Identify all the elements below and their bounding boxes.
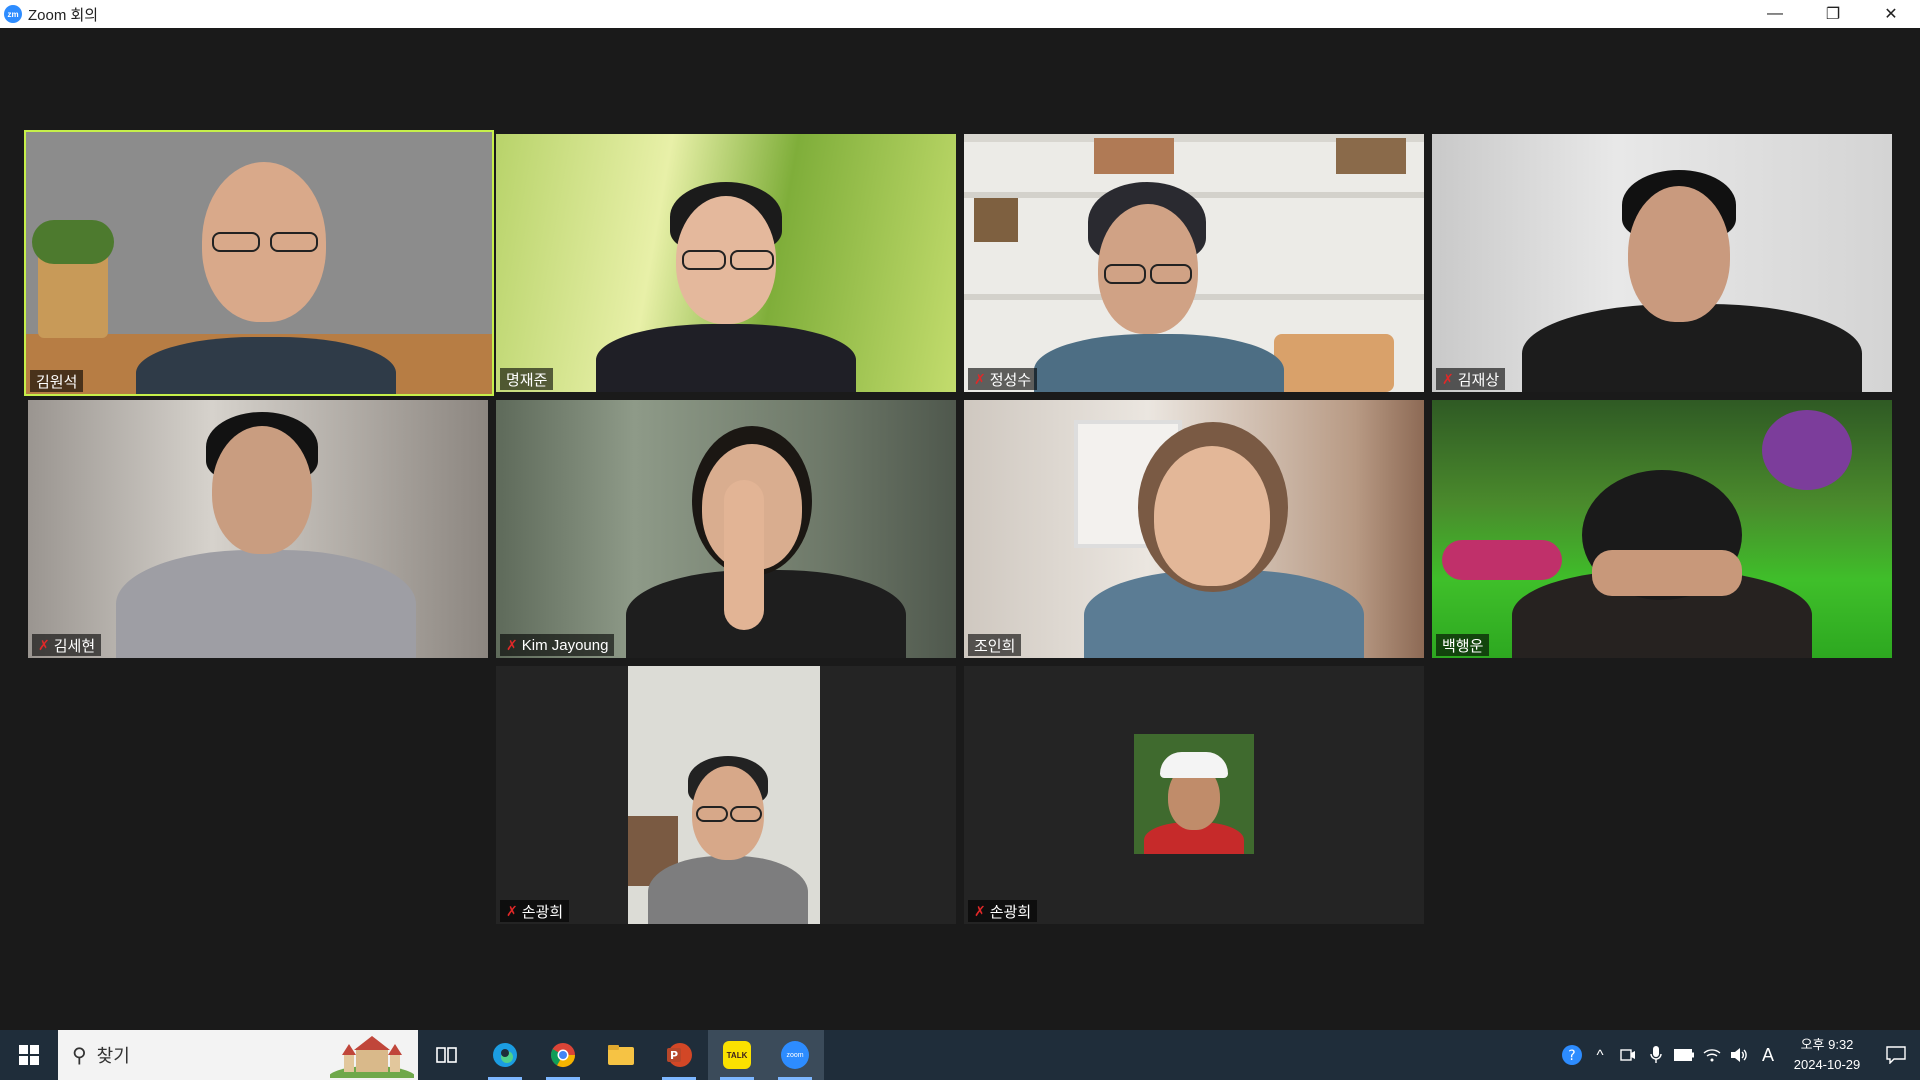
system-clock[interactable]: 오후 9:32 2024-10-29 [1782, 1035, 1872, 1075]
participant-name-tag: ✗ 손광희 [500, 900, 570, 922]
close-button[interactable]: ✕ [1862, 0, 1920, 28]
participant-name: 손광희 [521, 903, 564, 921]
mic-muted-icon: ✗ [1442, 370, 1454, 387]
taskbar-edge[interactable] [476, 1030, 534, 1080]
minimize-button[interactable]: — [1746, 0, 1804, 28]
taskbar-powerpoint[interactable]: P [650, 1030, 708, 1080]
participant-name-tag: ✗ 정성수 [968, 368, 1038, 390]
system-tray: ? ^ A 오후 9:32 2024-10-29 [1558, 1030, 1920, 1080]
video-tile[interactable]: 백행운 [1432, 400, 1892, 658]
search-icon: ⚲ [72, 1044, 87, 1067]
chevron-up-icon[interactable]: ^ [1586, 1047, 1614, 1064]
svg-text:P: P [670, 1049, 678, 1062]
mic-muted-icon: ✗ [506, 636, 518, 653]
video-tile[interactable]: 명재준 [496, 134, 956, 392]
video-tile[interactable]: ✗ 정성수 [964, 134, 1424, 392]
video-tile[interactable]: 조인희 [964, 400, 1424, 658]
window-controls: — ❐ ✕ [1746, 0, 1920, 28]
start-button[interactable] [0, 1030, 58, 1080]
window-title-bar: zm Zoom 회의 — ❐ ✕ [0, 0, 1920, 28]
svg-text:?: ? [1568, 1048, 1575, 1064]
participant-name: 명재준 [506, 371, 548, 389]
chrome-icon [550, 1043, 575, 1068]
task-view-icon [436, 1047, 457, 1063]
participant-name: 백행운 [1442, 637, 1484, 655]
video-tile[interactable]: ✗ 손광희 [496, 666, 956, 924]
taskbar-chrome[interactable] [534, 1030, 592, 1080]
participant-name: 정성수 [989, 371, 1032, 389]
search-placeholder: 찾기 [96, 1046, 130, 1066]
gallery-view: 김원석 명재준 ✗ 정성수 ✗ 김재상 ✗ 김세현 ✗ Kim Jayoung … [0, 28, 1920, 1030]
taskbar-zoom[interactable]: zoom [766, 1030, 824, 1080]
kakaotalk-icon: TALK [723, 1041, 751, 1069]
help-icon[interactable]: ? [1558, 1044, 1586, 1066]
video-tile[interactable]: ✗ 김세현 [28, 400, 488, 658]
mic-muted-icon: ✗ [974, 370, 986, 387]
microphone-icon[interactable] [1642, 1046, 1670, 1064]
taskbar-search[interactable]: ⚲ 찾기 [58, 1030, 418, 1080]
profile-picture [1134, 734, 1254, 854]
participant-name-tag: ✗ 김재상 [1436, 368, 1506, 390]
participant-name: Kim Jayoung [521, 636, 609, 654]
task-view-button[interactable] [418, 1030, 476, 1080]
participant-name: 김재상 [1457, 371, 1500, 389]
zoom-app-icon: zm [4, 5, 22, 23]
video-tile[interactable]: ✗ Kim Jayoung [496, 400, 956, 658]
participant-name-tag: 백행운 [1436, 634, 1490, 656]
windows-logo-icon [19, 1045, 39, 1065]
participant-name: 손광희 [989, 903, 1032, 921]
video-tile[interactable]: 김원석 [24, 130, 494, 396]
participant-name-tag: 명재준 [500, 368, 554, 390]
participant-name-tag: ✗ Kim Jayoung [500, 634, 615, 656]
folder-icon [608, 1045, 634, 1065]
taskbar-kakaotalk[interactable]: TALK [708, 1030, 766, 1080]
clock-time: 오후 9:32 [1800, 1037, 1854, 1052]
mic-muted-icon: ✗ [506, 902, 518, 919]
participant-name: 김세현 [53, 637, 96, 655]
restore-button[interactable]: ❐ [1804, 0, 1862, 28]
mic-muted-icon: ✗ [38, 636, 50, 653]
video-tile[interactable]: ✗ 손광희 [964, 666, 1424, 924]
input-indicator[interactable]: A [1754, 1045, 1782, 1066]
participant-name: 김원석 [36, 373, 78, 391]
participant-name-tag: 조인희 [968, 634, 1022, 656]
taskbar-file-explorer[interactable] [592, 1030, 650, 1080]
participant-name-tag: ✗ 손광희 [968, 900, 1038, 922]
zoom-icon: zoom [781, 1041, 809, 1069]
participant-name-tag: 김원석 [30, 370, 84, 392]
mic-muted-icon: ✗ [974, 902, 986, 919]
wifi-icon[interactable] [1698, 1048, 1726, 1062]
volume-icon[interactable] [1726, 1048, 1754, 1062]
meet-now-icon[interactable] [1614, 1047, 1642, 1063]
notification-icon [1886, 1046, 1906, 1064]
participant-name-tag: ✗ 김세현 [32, 634, 102, 656]
search-highlight-illustration [330, 1036, 414, 1078]
powerpoint-icon: P [667, 1043, 692, 1067]
edge-icon [493, 1043, 517, 1067]
window-title: Zoom 회의 [28, 6, 99, 24]
participant-name: 조인희 [974, 637, 1016, 655]
battery-icon[interactable] [1670, 1049, 1698, 1061]
notification-center-button[interactable] [1872, 1046, 1920, 1064]
taskbar: ⚲ 찾기 P TALK zoom ? ^ A 오후 9:32 2024-10-2… [0, 1030, 1920, 1080]
clock-date: 2024-10-29 [1793, 1057, 1861, 1072]
video-tile[interactable]: ✗ 김재상 [1432, 134, 1892, 392]
